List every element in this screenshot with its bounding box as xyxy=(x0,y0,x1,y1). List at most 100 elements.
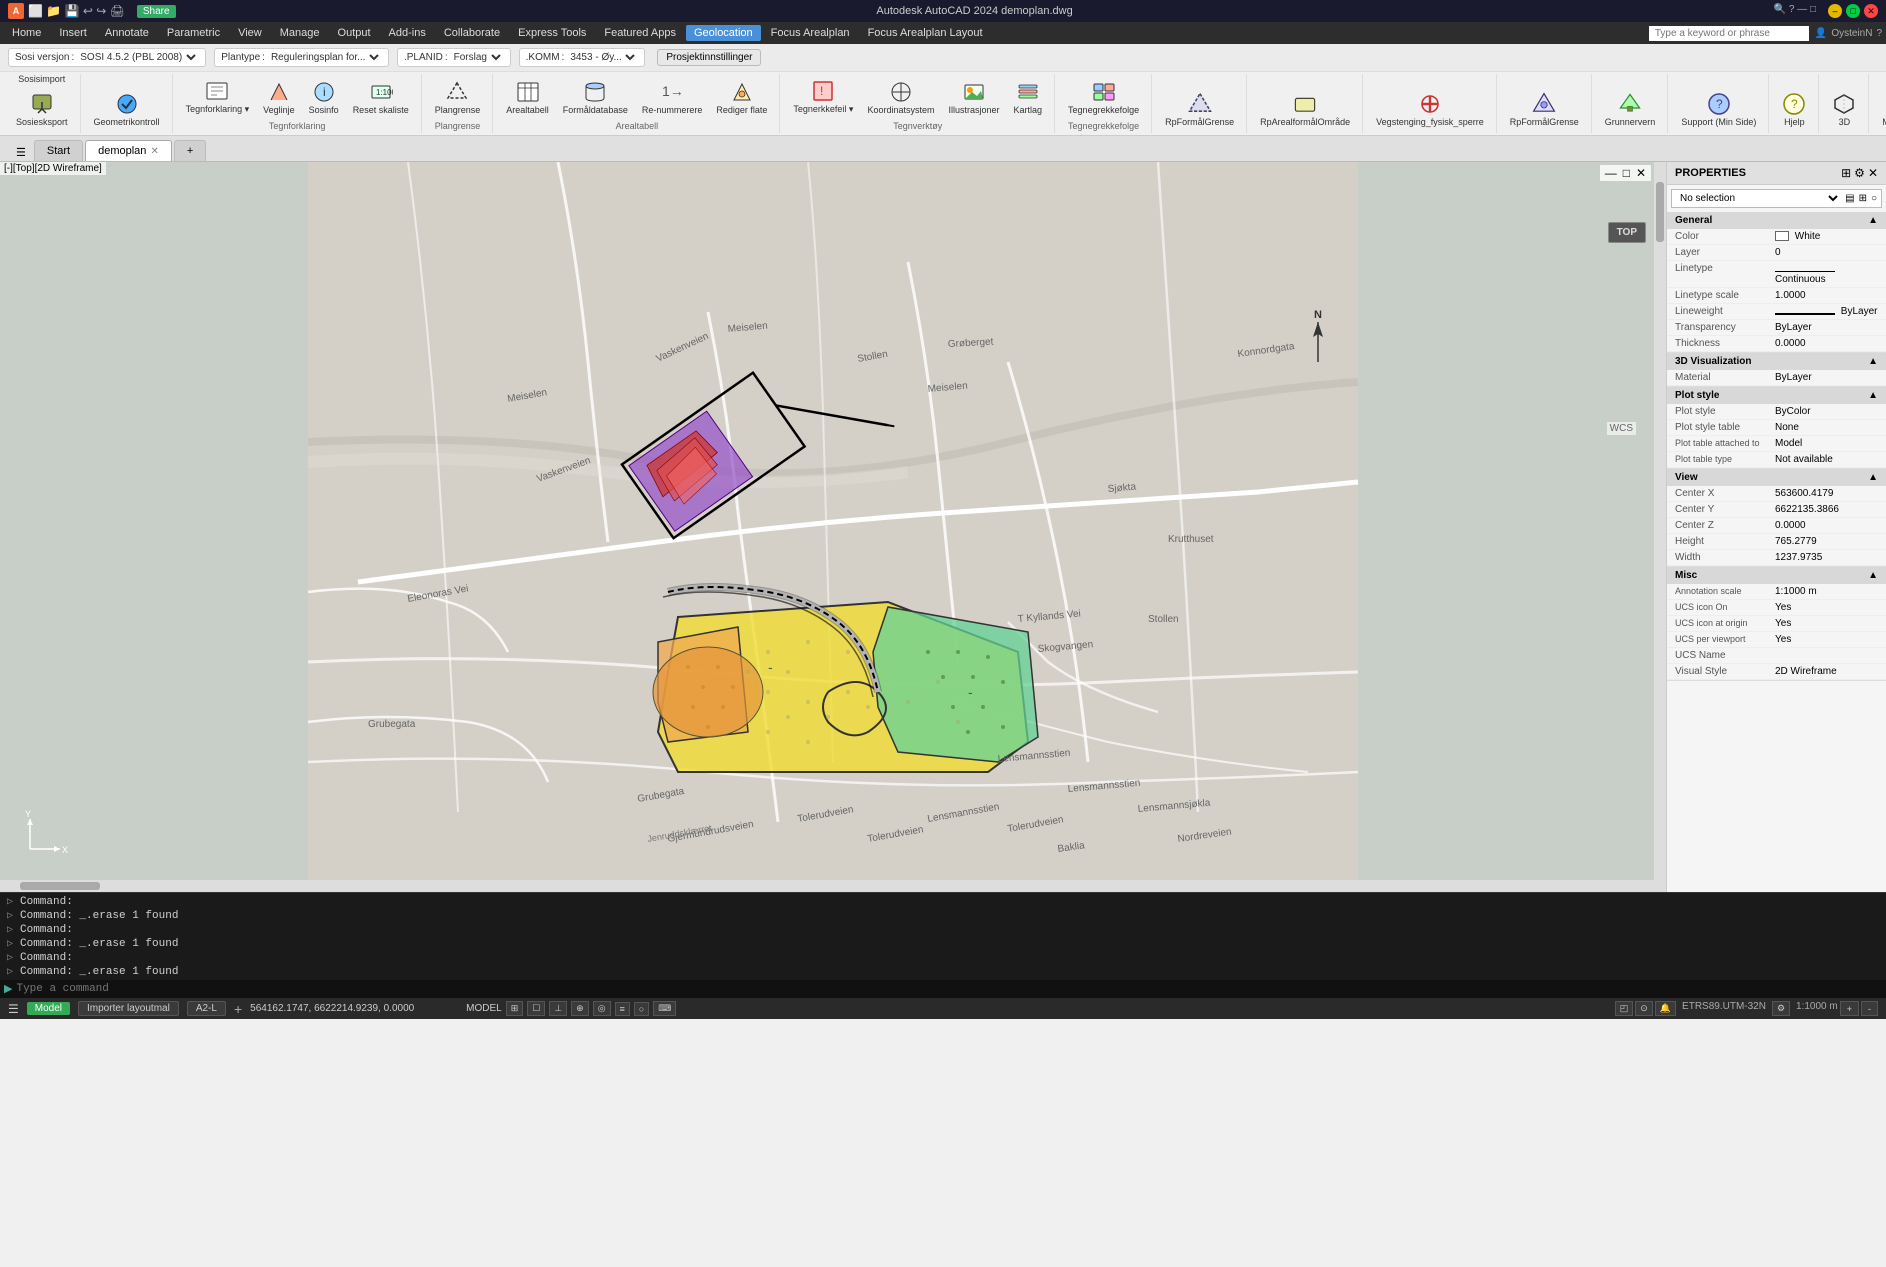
project-settings-button[interactable]: Prosjektinnstillinger xyxy=(657,49,761,66)
prop-deselect-button[interactable]: ○ xyxy=(1871,193,1877,204)
prop-anno-scale-value[interactable]: 1:1000 m xyxy=(1775,586,1878,597)
illustrasjoner-button[interactable]: Illustrasjoner xyxy=(942,76,1005,119)
sosi-version-select[interactable]: SOSI 4.5.2 (PBL 2008) xyxy=(76,51,199,64)
horizontal-scrollbar[interactable] xyxy=(0,880,1654,892)
share-button[interactable]: Share xyxy=(137,5,176,18)
window-controls[interactable]: 🔍 ? — □ – □ ✕ xyxy=(1774,4,1878,18)
dynamic-input-toggle[interactable]: ⌨ xyxy=(653,1001,676,1016)
menu-home[interactable]: Home xyxy=(4,25,49,41)
tegnegrekkefolge-button[interactable]: Tegnegrekkefolge xyxy=(1062,76,1145,119)
prop-centerz-value[interactable]: 0.0000 xyxy=(1775,520,1878,531)
menu-focus-arealplan[interactable]: Focus Arealplan xyxy=(763,25,858,41)
planid-select[interactable]: Forslag xyxy=(450,51,504,64)
veglinje-button[interactable]: Veglinje xyxy=(257,76,301,119)
model-tab-button[interactable]: Model xyxy=(27,1002,70,1015)
menu-focus-layout[interactable]: Focus Arealplan Layout xyxy=(860,25,991,41)
komm-select[interactable]: 3453 - Øy... xyxy=(566,51,638,64)
transparency-toggle[interactable]: ○ xyxy=(634,1002,649,1016)
prop-width-value[interactable]: 1237.9735 xyxy=(1775,552,1878,563)
snap-toggle[interactable]: ☐ xyxy=(527,1001,545,1016)
menu-parametric[interactable]: Parametric xyxy=(159,25,228,41)
prop-plot-style-value[interactable]: ByColor xyxy=(1775,406,1878,417)
annotation-monitor-button[interactable]: 🔔 xyxy=(1655,1001,1676,1016)
sosinfo-button[interactable]: i Sosinfo xyxy=(303,76,345,119)
maximize-button[interactable]: □ xyxy=(1846,4,1860,18)
prop-color-value[interactable]: White xyxy=(1775,231,1878,242)
menu-manage[interactable]: Manage xyxy=(272,25,328,41)
prop-linetype-scale-value[interactable]: 1.0000 xyxy=(1775,290,1878,301)
prop-ucs-name-value[interactable] xyxy=(1775,650,1878,661)
new-tab-button[interactable]: + xyxy=(174,140,206,161)
menu-insert[interactable]: Insert xyxy=(51,25,95,41)
workspace-button[interactable]: ⚙ xyxy=(1772,1001,1790,1016)
prop-ucs-icon-on-value[interactable]: Yes xyxy=(1775,602,1878,613)
osnap-toggle[interactable]: ◎ xyxy=(593,1001,611,1016)
prop-filter-button[interactable]: ▤ xyxy=(1845,193,1854,204)
prop-height-value[interactable]: 765.2779 xyxy=(1775,536,1878,547)
prop-lineweight-value[interactable]: ByLayer xyxy=(1775,306,1878,317)
grid-toggle[interactable]: ⊞ xyxy=(506,1001,524,1016)
no-selection-select[interactable]: No selection xyxy=(1676,192,1841,205)
re-nummerere-button[interactable]: 1→2 Re-nummerere xyxy=(636,76,709,119)
geometrikontroll-button[interactable]: Geometrikontroll xyxy=(88,88,166,131)
menu-view[interactable]: View xyxy=(230,25,270,41)
prop-linetype-value[interactable]: Continuous xyxy=(1775,263,1878,285)
kartlag-button[interactable]: Kartlag xyxy=(1008,76,1049,119)
prop-thickness-value[interactable]: 0.0000 xyxy=(1775,338,1878,349)
top-view-button[interactable]: TOP xyxy=(1608,222,1646,243)
plangrense-button[interactable]: Plangrense xyxy=(429,76,487,119)
prop-ucs-per-vp-value[interactable]: Yes xyxy=(1775,634,1878,645)
tegnerekkefeil-button[interactable]: ! Tegnerkkefeil ▾ xyxy=(787,75,859,119)
command-input[interactable] xyxy=(16,983,1882,995)
h-scroll-thumb[interactable] xyxy=(20,882,100,890)
vegstenging-button[interactable]: Vegstenging_fysisk_sperre xyxy=(1370,88,1490,131)
menu-express[interactable]: Express Tools xyxy=(510,25,594,41)
prop-visual-style-value[interactable]: 2D Wireframe xyxy=(1775,666,1878,677)
importer-layoutmal-button[interactable]: Importer layoutmal xyxy=(78,1001,179,1016)
prop-section-plot-header[interactable]: Plot style ▲ xyxy=(1667,387,1886,404)
formaldatabase-button[interactable]: Formåldatabase xyxy=(557,76,634,119)
tab-start[interactable]: Start xyxy=(34,140,83,161)
sosiesksport-button[interactable]: Sosiesksport xyxy=(10,88,74,131)
tab-demoplan-close[interactable]: ✕ xyxy=(150,146,158,157)
close-button[interactable]: ✕ xyxy=(1864,4,1878,18)
quick-props-button[interactable]: ◰ xyxy=(1615,1001,1634,1016)
prop-plot-attached-value[interactable]: Model xyxy=(1775,438,1878,449)
add-layout-button[interactable]: + xyxy=(234,1001,242,1017)
reset-skaliste-button[interactable]: 1:1000 Reset skaliste xyxy=(347,76,415,119)
search-input[interactable] xyxy=(1649,26,1809,41)
zoom-minus-button[interactable]: - xyxy=(1861,1001,1878,1016)
support-button[interactable]: ? Support (Min Side) xyxy=(1675,88,1762,131)
grunnervern-button[interactable]: Grunnervern xyxy=(1599,88,1662,131)
hjelp-button[interactable]: ? Hjelp xyxy=(1776,88,1812,131)
menu-annotate[interactable]: Annotate xyxy=(97,25,157,41)
prop-settings-button[interactable]: ⚙ xyxy=(1854,166,1865,180)
prop-transparency-value[interactable]: ByLayer xyxy=(1775,322,1878,333)
lineweight-toggle[interactable]: ≡ xyxy=(615,1002,630,1016)
map-svg[interactable]: - - Vaskenveien Vaskenveien Eleonoras Ve… xyxy=(0,162,1666,892)
menu-geolocation[interactable]: Geolocation xyxy=(686,25,761,41)
prop-layer-value[interactable]: 0 xyxy=(1775,247,1878,258)
tegnforklaring-button[interactable]: Tegnforklaring ▾ xyxy=(180,75,256,119)
prop-close-button[interactable]: ✕ xyxy=(1868,166,1878,180)
rpformal-grense-button[interactable]: RpFormålGrense xyxy=(1159,88,1240,131)
prop-ucs-icon-origin-value[interactable]: Yes xyxy=(1775,618,1878,629)
vertical-scrollbar[interactable] xyxy=(1654,162,1666,892)
3d-button[interactable]: 3D xyxy=(1826,88,1862,131)
menu-collaborate[interactable]: Collaborate xyxy=(436,25,508,41)
drawing-viewport[interactable]: [-][Top][2D Wireframe] — □ ✕ xyxy=(0,162,1666,892)
menu-addins[interactable]: Add-ins xyxy=(381,25,434,41)
tab-demoplan[interactable]: demoplan ✕ xyxy=(85,140,172,161)
prop-section-misc-header[interactable]: Misc ▲ xyxy=(1667,567,1886,584)
ortho-toggle[interactable]: ⊥ xyxy=(549,1001,567,1016)
prop-centery-value[interactable]: 6622135.3866 xyxy=(1775,504,1878,515)
arealtabell-button[interactable]: Arealtabell xyxy=(500,76,555,119)
menu-output[interactable]: Output xyxy=(330,25,379,41)
prop-centerx-value[interactable]: 563600.4179 xyxy=(1775,488,1878,499)
polar-toggle[interactable]: ⊕ xyxy=(571,1001,589,1016)
rpformal-grense2-button[interactable]: RpFormålGrense xyxy=(1504,88,1585,131)
v-scroll-thumb[interactable] xyxy=(1656,182,1664,242)
menu-featured[interactable]: Featured Apps xyxy=(596,25,684,41)
selection-cycling-button[interactable]: ⊙ xyxy=(1635,1001,1653,1016)
plantype-select[interactable]: Reguleringsplan for... xyxy=(267,51,382,64)
